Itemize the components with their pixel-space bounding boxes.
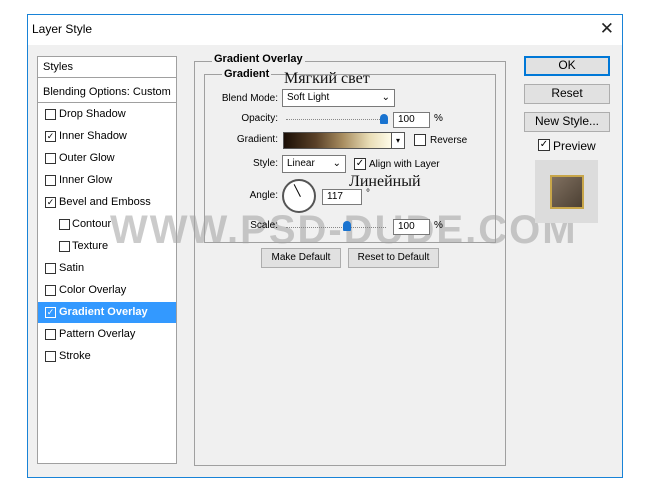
gradient-label: Gradient:	[236, 134, 278, 145]
inner-glow-label: Inner Glow	[59, 174, 113, 186]
reset-to-default-button[interactable]: Reset to Default	[348, 248, 439, 268]
style-item-outer-glow[interactable]: Outer Glow	[38, 148, 176, 169]
style-item-inner-shadow[interactable]: ✓ Inner Shadow	[38, 126, 176, 147]
style-label: Style:	[252, 158, 278, 169]
color-overlay-label: Color Overlay	[59, 284, 127, 296]
contour-checkbox[interactable]	[59, 219, 70, 230]
angle-needle	[293, 184, 301, 197]
blend-mode-label: Blend Mode:	[221, 93, 278, 104]
opacity-slider-thumb[interactable]	[380, 114, 388, 124]
gradient-overlay-title: Gradient Overlay	[212, 53, 305, 65]
blending-options-item[interactable]: Blending Options: Custom	[38, 82, 176, 103]
reset-button[interactable]: Reset	[524, 84, 610, 104]
outer-glow-checkbox[interactable]	[45, 153, 56, 164]
chevron-down-icon: ⌄	[381, 92, 390, 103]
texture-label: Texture	[72, 240, 109, 252]
opacity-slider-track[interactable]	[286, 119, 386, 121]
align-layer-checkbox[interactable]: ✓	[354, 158, 366, 170]
gradient-dropdown-icon[interactable]: ▾	[392, 132, 405, 149]
bevel-emboss-checkbox[interactable]: ✓	[45, 197, 56, 208]
satin-checkbox[interactable]	[45, 263, 56, 274]
blend-mode-select[interactable]: Soft Light ⌄	[282, 89, 395, 107]
opacity-label: Opacity:	[241, 113, 278, 124]
preview-swatch	[550, 175, 584, 209]
color-overlay-checkbox[interactable]	[45, 285, 56, 296]
scale-label: Scale:	[250, 220, 278, 231]
gradient-style-value: Linear	[287, 158, 315, 169]
styles-header-label: Styles	[43, 61, 73, 73]
drop-shadow-checkbox[interactable]	[45, 109, 56, 120]
style-preview	[535, 160, 598, 223]
make-default-button[interactable]: Make Default	[261, 248, 341, 268]
contour-label: Contour	[72, 218, 112, 230]
drop-shadow-label: Drop Shadow	[59, 108, 126, 120]
angle-input[interactable]: 117	[322, 189, 362, 205]
blend-mode-value: Soft Light	[287, 92, 330, 103]
preview-checkbox[interactable]: ✓	[538, 139, 550, 151]
gradient-overlay-label: Gradient Overlay	[59, 306, 148, 318]
inner-glow-checkbox[interactable]	[45, 175, 56, 186]
satin-label: Satin	[59, 262, 85, 274]
styles-list: Styles Blending Options: Custom Drop Sha…	[37, 56, 177, 464]
gradient-overlay-checkbox[interactable]: ✓	[45, 307, 56, 318]
pattern-overlay-checkbox[interactable]	[45, 329, 56, 340]
inner-shadow-checkbox[interactable]: ✓	[45, 131, 56, 142]
dialog-title: Layer Style	[32, 22, 93, 36]
style-item-pattern-overlay[interactable]: Pattern Overlay	[38, 324, 176, 345]
gradient-preview[interactable]	[283, 132, 392, 149]
texture-checkbox[interactable]	[59, 241, 70, 252]
style-item-satin[interactable]: Satin	[38, 258, 176, 279]
angle-label: Angle:	[249, 190, 278, 201]
close-icon[interactable]: ✕	[600, 19, 614, 39]
ok-button[interactable]: OK	[524, 56, 610, 76]
align-layer-label: Align with Layer	[369, 159, 440, 170]
soft-light-annotation: Мягкий свет	[284, 70, 370, 87]
stroke-label: Stroke	[59, 350, 91, 362]
style-item-inner-glow[interactable]: Inner Glow	[38, 170, 176, 191]
scale-unit: %	[434, 220, 443, 231]
outer-glow-label: Outer Glow	[59, 152, 115, 164]
stroke-checkbox[interactable]	[45, 351, 56, 362]
style-item-drop-shadow[interactable]: Drop Shadow	[38, 104, 176, 125]
styles-header[interactable]: Styles	[38, 57, 176, 78]
gradient-group-title: Gradient	[222, 68, 272, 80]
opacity-unit: %	[434, 113, 443, 124]
reverse-checkbox[interactable]	[414, 134, 426, 146]
chevron-down-icon: ⌄	[332, 158, 341, 169]
style-item-gradient-overlay[interactable]: ✓ Gradient Overlay	[38, 302, 176, 323]
title-bar: Layer Style ✕	[28, 15, 622, 45]
preview-label: Preview	[553, 139, 596, 153]
pattern-overlay-label: Pattern Overlay	[59, 328, 136, 340]
angle-unit: °	[366, 188, 370, 199]
style-item-stroke[interactable]: Stroke	[38, 346, 176, 367]
style-item-color-overlay[interactable]: Color Overlay	[38, 280, 176, 301]
scale-slider-track[interactable]	[286, 227, 386, 229]
blending-options-label: Blending Options: Custom	[43, 86, 171, 98]
opacity-input[interactable]: 100	[393, 112, 430, 128]
scale-slider-thumb[interactable]	[343, 221, 351, 231]
inner-shadow-label: Inner Shadow	[59, 130, 127, 142]
new-style-button[interactable]: New Style...	[524, 112, 610, 132]
scale-input[interactable]: 100	[393, 219, 430, 235]
gradient-style-select[interactable]: Linear ⌄	[282, 155, 346, 173]
reverse-label: Reverse	[430, 135, 468, 146]
